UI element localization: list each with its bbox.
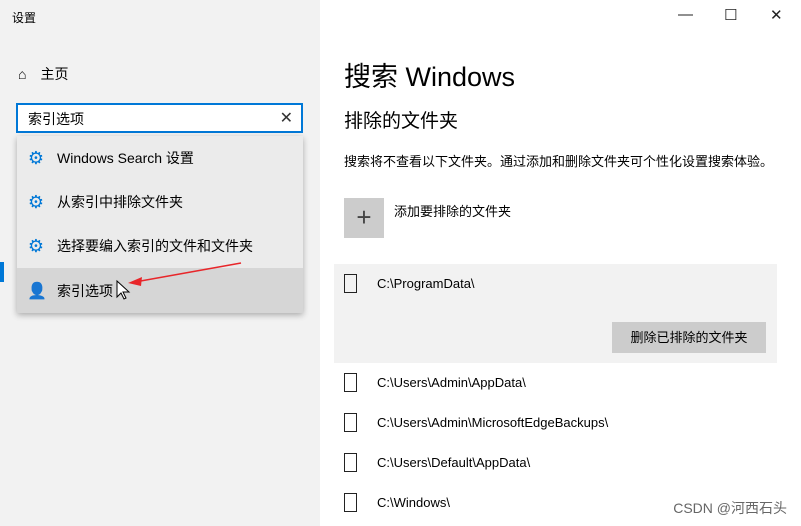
- folder-icon: [344, 373, 357, 392]
- add-folder-button[interactable]: +: [344, 198, 384, 238]
- sidebar: 设置 ⌂ 主页 索引选项 ✕ ⚙ Windows Search 设置 ⚙ 从索引中排…: [0, 0, 320, 526]
- folder-icon: [344, 413, 357, 432]
- folder-path: C:\Users\Admin\AppData\: [377, 375, 526, 390]
- section-title: 排除的文件夹: [344, 111, 459, 132]
- folder-icon: [344, 493, 357, 512]
- maximize-button[interactable]: ☐: [724, 6, 737, 24]
- minimize-button[interactable]: —: [678, 6, 693, 23]
- folder-path: C:\ProgramData\: [377, 276, 475, 291]
- suggestion-exclude-folders[interactable]: ⚙ 从索引中排除文件夹: [17, 180, 303, 224]
- add-folder-label[interactable]: 添加要排除的文件夹: [394, 201, 511, 220]
- search-value: 索引选项: [28, 111, 84, 127]
- suggestion-label: 从索引中排除文件夹: [57, 194, 183, 210]
- gear-icon: ⚙: [27, 235, 45, 256]
- home-icon: ⌂: [18, 66, 27, 82]
- close-button[interactable]: ✕: [770, 6, 783, 24]
- page-title: 搜索 Windows: [344, 62, 516, 92]
- remove-folder-button[interactable]: 删除已排除的文件夹: [612, 322, 766, 353]
- search-input[interactable]: 索引选项 ✕: [16, 103, 303, 133]
- description: 搜索将不查看以下文件夹。通过添加和删除文件夹可个性化设置搜索体验。: [344, 154, 774, 169]
- suggestion-label: 选择要编入索引的文件和文件夹: [57, 238, 253, 254]
- folder-icon: [344, 274, 357, 293]
- indexing-options-icon: 👤: [27, 282, 47, 300]
- suggestion-label: 索引选项: [57, 282, 113, 299]
- suggestion-windows-search-settings[interactable]: ⚙ Windows Search 设置: [17, 136, 303, 180]
- folder-item[interactable]: C:\Users\Admin\AppData\: [344, 373, 526, 392]
- folder-icon: [344, 453, 357, 472]
- window-title: 设置: [12, 11, 37, 25]
- folder-path: C:\Users\Default\AppData\: [377, 455, 531, 470]
- folder-path: C:\Windows\: [377, 495, 450, 510]
- sidebar-item-home[interactable]: ⌂ 主页: [18, 64, 68, 84]
- gear-icon: ⚙: [27, 191, 45, 212]
- folder-item[interactable]: C:\Users\Default\AppData\: [344, 453, 530, 472]
- suggestion-choose-indexed[interactable]: ⚙ 选择要编入索引的文件和文件夹: [17, 224, 303, 268]
- suggestion-indexing-options[interactable]: 👤 索引选项: [17, 268, 303, 313]
- watermark: CSDN @河西石头: [673, 500, 787, 516]
- suggestion-label: Windows Search 设置: [57, 150, 194, 166]
- folder-item[interactable]: C:\Users\Admin\MicrosoftEdgeBackups\: [344, 413, 608, 432]
- selected-indicator: [0, 262, 4, 282]
- clear-icon[interactable]: ✕: [280, 108, 293, 128]
- search-suggestions: ⚙ Windows Search 设置 ⚙ 从索引中排除文件夹 ⚙ 选择要编入索引的文…: [17, 136, 303, 313]
- folder-item[interactable]: C:\ProgramData\: [344, 274, 475, 293]
- folder-item[interactable]: C:\Windows\: [344, 493, 450, 512]
- folder-path: C:\Users\Admin\MicrosoftEdgeBackups\: [377, 415, 609, 430]
- gear-icon: ⚙: [27, 147, 45, 168]
- main-content: — ☐ ✕ 搜索 Windows 排除的文件夹 搜索将不查看以下文件夹。通过添加…: [320, 0, 801, 526]
- home-label: 主页: [40, 66, 69, 82]
- plus-icon: +: [356, 202, 372, 232]
